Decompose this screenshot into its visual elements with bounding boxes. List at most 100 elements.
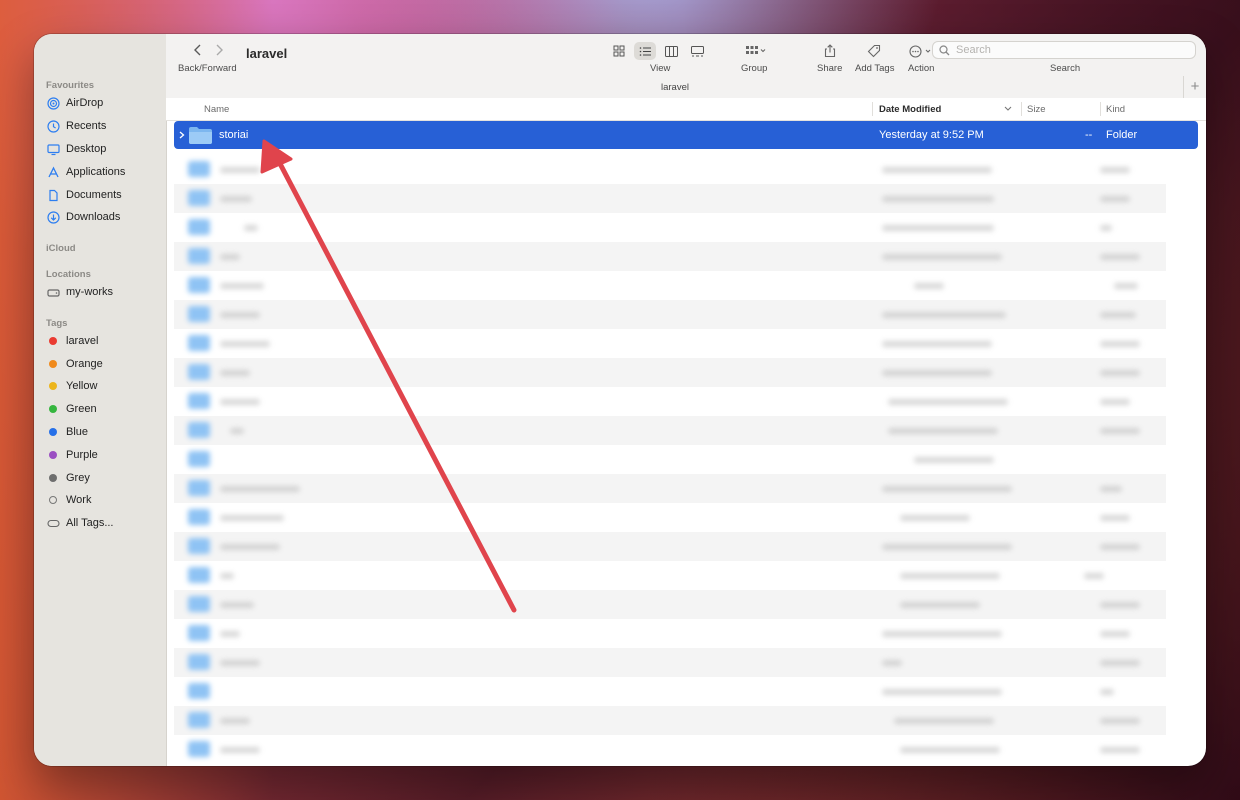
sidebar-section-icloud: iCloud [46,243,76,254]
column-kind[interactable]: Kind [1106,104,1125,115]
column-size[interactable]: Size [1027,104,1045,115]
sidebar-item-label: Green [66,403,97,415]
sidebar-item-desktop[interactable]: Desktop [46,140,106,158]
blurred-row [174,213,1166,242]
sidebar-tag-green[interactable]: Green [46,400,97,418]
sidebar-item-label: Grey [66,472,90,484]
list-icon [639,46,651,56]
column-divider[interactable] [1100,102,1101,116]
sidebar-item-label: laravel [66,335,99,347]
group-button[interactable] [742,42,770,60]
tag-icon [867,44,881,58]
sidebar-tag-work[interactable]: Work [46,491,91,509]
tag-dot-icon [49,382,57,390]
sidebar-tag-laravel[interactable]: laravel [46,332,98,350]
column-divider[interactable] [872,102,873,116]
group-icon [746,46,766,54]
search-label: Search [1050,63,1081,74]
sidebar-section-locations: Locations [46,269,91,280]
sidebar-item-downloads[interactable]: Downloads [46,208,120,226]
blurred-row [174,648,1166,677]
column-header: Name Date Modified Size Kind [166,98,1206,121]
tag-dot-icon [49,337,57,345]
blurred-row [174,300,1166,329]
file-date-modified: Yesterday at 9:52 PM [879,129,984,141]
back-button[interactable] [190,43,206,59]
column-date-modified[interactable]: Date Modified [879,104,941,115]
gallery-view-button[interactable] [686,42,708,60]
add-tags-label: Add Tags [855,63,895,74]
chevron-right-icon [216,44,223,56]
folder-icon [189,127,212,144]
plus-icon: + [1190,78,1200,95]
blurred-row [174,503,1166,532]
path-title: laravel [661,82,689,93]
sort-chevron-icon [1004,106,1012,111]
grid-icon [613,45,625,57]
blurred-row [174,184,1166,213]
sidebar-item-airdrop[interactable]: AirDrop [46,94,103,112]
share-icon [824,44,836,58]
blurred-row [174,677,1166,706]
sidebar-section-favourites: Favourites [46,80,95,91]
list-view-button[interactable] [634,42,656,60]
action-label: Action [908,63,935,74]
tags-icon [46,517,60,530]
disclosure-chevron-icon[interactable] [179,131,185,139]
new-tab-button[interactable]: + [1183,76,1206,98]
blurred-row [174,155,1166,184]
finder-window: Favourites AirDrop Recents Desktop Appli… [34,34,1206,766]
view-label: View [650,63,671,74]
tag-dot-icon [49,451,57,459]
sidebar-item-label: Applications [66,166,126,178]
blurred-row [174,619,1166,648]
sidebar-item-label: Work [66,494,92,506]
sidebar-item-label: Downloads [66,211,121,223]
toolbar: Back/Forward laravel View Group Share Ad… [166,34,1206,99]
tag-dot-icon [49,474,57,482]
add-tags-button[interactable] [866,42,882,60]
sidebar-tag-blue[interactable]: Blue [46,423,88,441]
icon-view-button[interactable] [608,42,630,60]
download-icon [46,210,60,224]
sidebar-tag-grey[interactable]: Grey [46,469,90,487]
document-icon [46,189,60,202]
file-size: -- [1085,129,1093,141]
file-kind: Folder [1106,129,1138,141]
column-view-button[interactable] [660,42,682,60]
search-field[interactable]: Search [932,41,1196,59]
sidebar-item-recents[interactable]: Recents [46,117,106,135]
sidebar-tag-orange[interactable]: Orange [46,355,103,373]
sidebar-item-label: AirDrop [66,97,104,109]
view-mode-group [608,42,708,60]
sidebar-item-label: All Tags... [66,517,114,529]
tag-dot-icon [49,405,57,413]
applications-icon [46,166,60,179]
sidebar-item-label: Recents [66,120,107,132]
table-row-selected[interactable]: storiai Yesterday at 9:52 PM -- Folder [174,121,1198,149]
sidebar-item-label: Documents [66,189,122,201]
sidebar-tag-yellow[interactable]: Yellow [46,377,97,395]
tag-dot-icon [49,428,57,436]
window-title: laravel [246,46,288,61]
drive-icon [46,286,60,299]
blurred-row [174,387,1166,416]
share-button[interactable] [822,42,838,60]
blurred-row [174,242,1166,271]
file-list: storiai Yesterday at 9:52 PM -- Folder [166,121,1206,766]
tag-dot-icon [49,496,57,504]
columns-icon [664,45,678,57]
column-divider[interactable] [1021,102,1022,116]
forward-button[interactable] [211,43,227,59]
sidebar-item-documents[interactable]: Documents [46,186,122,204]
blurred-row [174,532,1166,561]
group-label: Group [741,63,768,74]
sidebar-item-applications[interactable]: Applications [46,163,125,181]
chevron-left-icon [194,44,201,56]
blurred-row [174,416,1166,445]
sidebar-tag-purple[interactable]: Purple [46,446,98,464]
sidebar-all-tags[interactable]: All Tags... [46,514,114,532]
sidebar-item-label: my-works [66,286,114,298]
column-name[interactable]: Name [204,104,229,115]
sidebar-item-my-works[interactable]: my-works [46,283,113,301]
